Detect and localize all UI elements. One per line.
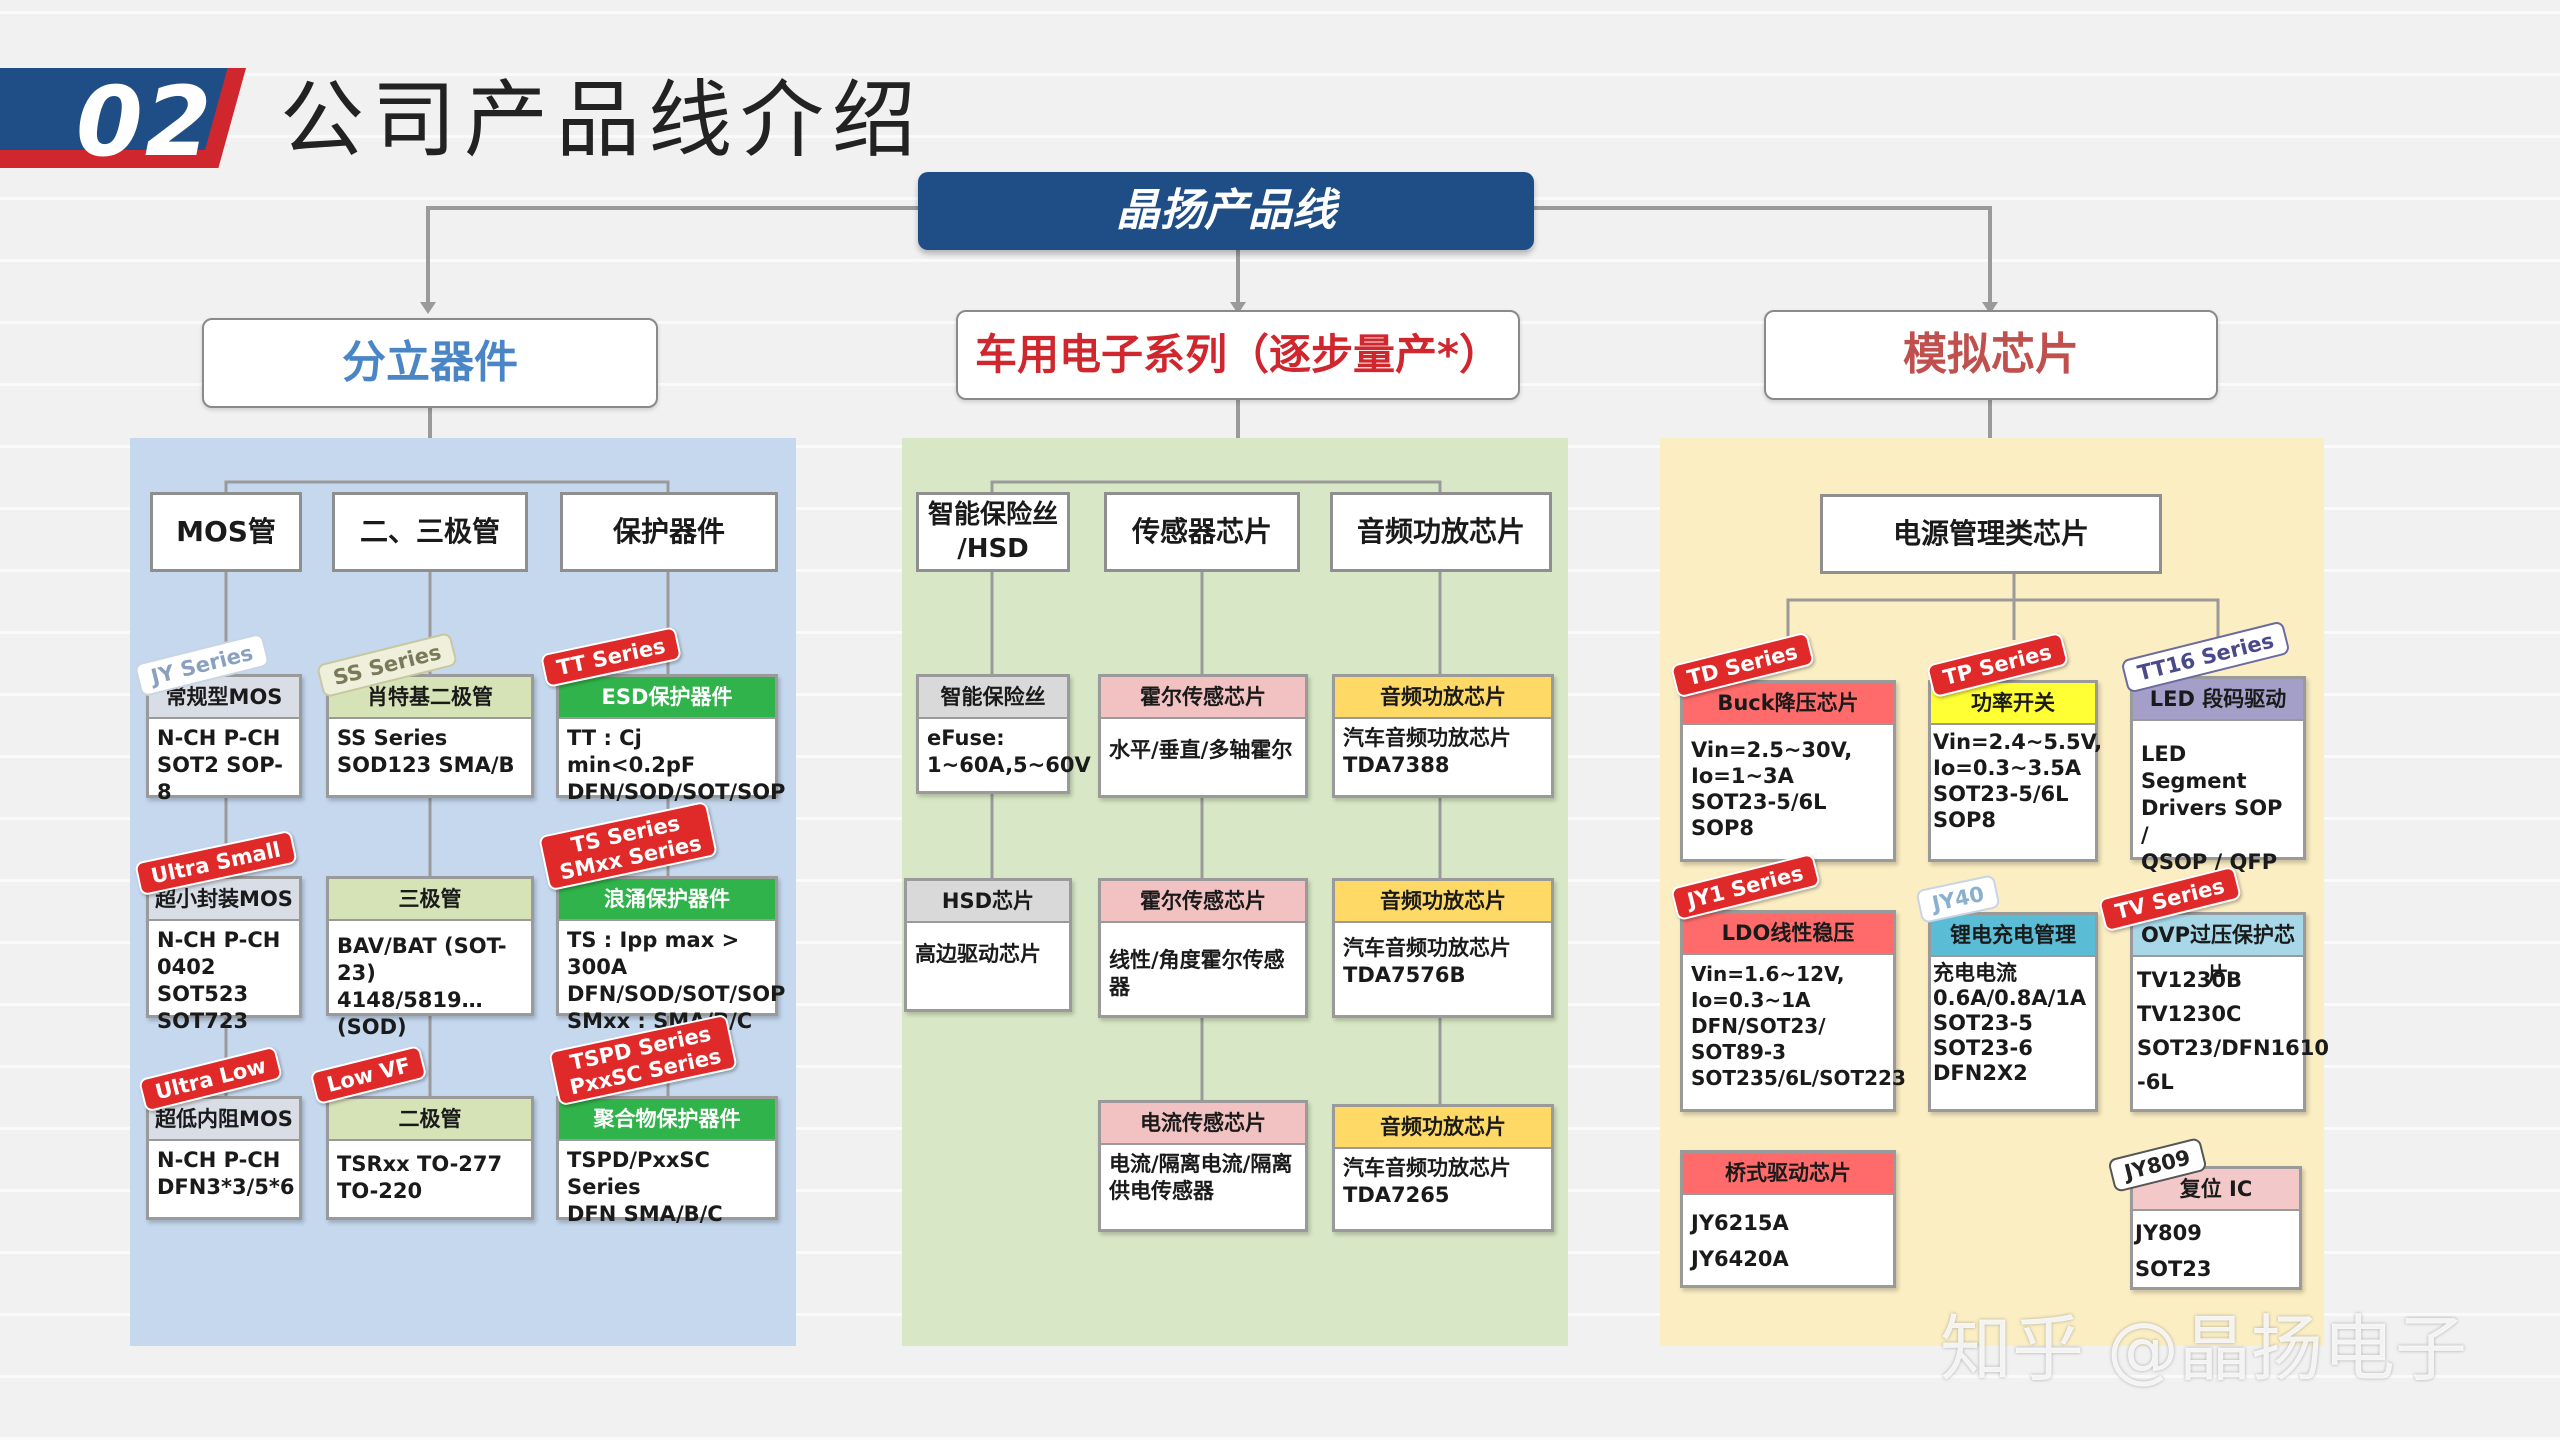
sub-mos: MOS管 <box>150 492 302 572</box>
card-body: 汽车音频功放芯片 TDA7388 <box>1343 726 1511 777</box>
sub-diode-transistor: 二、三极管 <box>332 492 528 572</box>
card-smart-fuse: 智能保险丝 eFuse: 1~60A,5~60V <box>916 674 1091 794</box>
card-body: JY6215A JY6420A <box>1691 1211 1789 1271</box>
card-title: 音频功放芯片 <box>1335 881 1551 923</box>
card-body: 线性/角度霍尔传感器 <box>1109 948 1285 999</box>
card-body: TV1230B TV1230C SOT23/DFN1610 -6L <box>2137 968 2329 1094</box>
card-title: 音频功放芯片 <box>1335 677 1551 719</box>
card-ultra-low-mos: 超低内阻MOS N-CH P-CH DFN3*3/5*6 <box>146 1096 302 1220</box>
card-title: OVP过压保护芯片 <box>2133 915 2303 987</box>
card-bridge-driver: 桥式驱动芯片 JY6215A JY6420A <box>1680 1150 1896 1288</box>
card-body: N-CH P-CH DFN3*3/5*6 <box>157 1148 295 1199</box>
card-title: 锂电充电管理 <box>1931 915 2095 957</box>
card-audio-amp-1: 音频功放芯片 汽车音频功放芯片 TDA7388 <box>1332 674 1554 798</box>
category-discrete: 分立器件 <box>202 318 658 408</box>
card-body: 汽车音频功放芯片 TDA7576B <box>1343 936 1511 987</box>
card-title: ESD保护器件 <box>559 677 775 719</box>
card-title: LDO线性稳压 <box>1683 913 1893 955</box>
card-body: 高边驱动芯片 <box>915 942 1041 966</box>
card-body: 汽车音频功放芯片 TDA7265 <box>1343 1156 1511 1207</box>
card-title: 浪涌保护器件 <box>559 879 775 921</box>
card-title: 电流传感芯片 <box>1101 1103 1305 1145</box>
card-body: 电流/隔离电流/隔离 供电传感器 <box>1109 1152 1293 1203</box>
card-title: 智能保险丝 <box>919 677 1067 719</box>
card-body: Vin=2.4~5.5V, Io=0.3~3.5A SOT23-5/6L SOP… <box>1933 730 2103 832</box>
card-body: Vin=1.6~12V, Io=0.3~1A DFN/SOT23/ SOT89-… <box>1691 962 1906 1090</box>
card-body: TSRxx TO-277 TO-220 <box>337 1152 503 1203</box>
card-standard-mos: 常规型MOS N-CH P-CH SOT2 SOP-8 <box>146 674 302 804</box>
card-power-switch: 功率开关 Vin=2.4~5.5V, Io=0.3~3.5A SOT23-5/6… <box>1928 680 2103 862</box>
card-body: LED Segment Drivers SOP / QSOP / QFP <box>2141 742 2283 874</box>
card-title: 二极管 <box>329 1099 531 1141</box>
card-body: BAV/BAT (SOT-23) 4148/5819…(SOD) <box>337 934 507 1039</box>
sub-power-management: 电源管理类芯片 <box>1820 494 2162 574</box>
card-surge: 浪涌保护器件 TS : Ipp max > 300A DFN/SOD/SOT/S… <box>556 876 785 1033</box>
sub-sensor: 传感器芯片 <box>1104 492 1300 572</box>
card-li-charger: 锂电充电管理 充电电流 0.6A/0.8A/1A SOT23-5 SOT23-6… <box>1928 912 2098 1112</box>
card-body: N-CH P-CH 0402 SOT523 SOT723 <box>157 928 281 1033</box>
card-title: 桥式驱动芯片 <box>1683 1153 1893 1195</box>
card-current-sensor: 电流传感芯片 电流/隔离电流/隔离 供电传感器 <box>1098 1100 1308 1232</box>
card-ultra-small-mos: 超小封装MOS N-CH P-CH 0402 SOT523 SOT723 <box>146 876 302 1033</box>
card-body: N-CH P-CH SOT2 SOP-8 <box>157 726 283 804</box>
card-reset-ic: 复位 IC JY809 SOT23 <box>2130 1166 2302 1290</box>
card-polymer: 聚合物保护器件 TSPD/PxxSC Series DFN SMA/B/C <box>556 1096 778 1226</box>
sub-protection: 保护器件 <box>560 492 778 572</box>
card-body: Vin=2.5~30V, Io=1~3A SOT23-5/6L SOP8 <box>1691 738 1853 840</box>
root-product-line: 晶扬产品线 <box>918 172 1534 250</box>
card-hall-sensor-1: 霍尔传感芯片 水平/垂直/多轴霍尔 <box>1098 674 1308 798</box>
card-ldo: LDO线性稳压 Vin=1.6~12V, Io=0.3~1A DFN/SOT23… <box>1680 910 1906 1112</box>
watermark: 知乎 @晶扬电子 <box>1940 1307 2467 1391</box>
card-audio-amp-2: 音频功放芯片 汽车音频功放芯片 TDA7576B <box>1332 878 1554 1018</box>
card-hall-sensor-2: 霍尔传感芯片 线性/角度霍尔传感器 <box>1098 878 1308 1018</box>
card-body: 充电电流 0.6A/0.8A/1A SOT23-5 SOT23-6 DFN2X2 <box>1933 961 2087 1085</box>
sub-smart-fuse: 智能保险丝 /HSD <box>916 492 1070 572</box>
card-body: eFuse: 1~60A,5~60V <box>927 726 1091 777</box>
card-audio-amp-3: 音频功放芯片 汽车音频功放芯片 TDA7265 <box>1332 1104 1554 1232</box>
category-analog: 模拟芯片 <box>1764 310 2218 400</box>
card-title: 霍尔传感芯片 <box>1101 677 1305 719</box>
card-esd: ESD保护器件 TT : Cj min<0.2pF DFN/SOD/SOT/SO… <box>556 674 785 804</box>
card-schottky: 肖特基二极管 SS Series SOD123 SMA/B <box>326 674 534 798</box>
card-body: SS Series SOD123 SMA/B <box>337 726 515 777</box>
card-body: JY809 SOT23 <box>2135 1221 2212 1281</box>
card-buck: Buck降压芯片 Vin=2.5~30V, Io=1~3A SOT23-5/6L… <box>1680 680 1896 862</box>
card-transistor: 三极管 BAV/BAT (SOT-23) 4148/5819…(SOD) <box>326 876 534 1039</box>
card-hsd: HSD芯片 高边驱动芯片 <box>904 878 1072 1012</box>
card-title: HSD芯片 <box>907 881 1069 923</box>
card-title: 音频功放芯片 <box>1335 1107 1551 1149</box>
category-automotive: 车用电子系列（逐步量产*） <box>956 310 1520 400</box>
card-body: TS : Ipp max > 300A DFN/SOD/SOT/SOP SMxx… <box>567 928 786 1033</box>
sub-audio-amp: 音频功放芯片 <box>1330 492 1552 572</box>
card-title: 霍尔传感芯片 <box>1101 881 1305 923</box>
card-body: 水平/垂直/多轴霍尔 <box>1109 738 1293 762</box>
card-led-driver: LED 段码驱动 LED Segment Drivers SOP / QSOP … <box>2130 676 2306 874</box>
card-title: 三极管 <box>329 879 531 921</box>
card-body: TT : Cj min<0.2pF DFN/SOD/SOT/SOP <box>567 726 786 804</box>
card-ovp: OVP过压保护芯片 TV1230B TV1230C SOT23/DFN1610 … <box>2130 912 2329 1112</box>
card-body: TSPD/PxxSC Series DFN SMA/B/C <box>567 1148 723 1226</box>
card-title: 聚合物保护器件 <box>559 1099 775 1141</box>
card-diode: 二极管 TSRxx TO-277 TO-220 <box>326 1096 534 1220</box>
